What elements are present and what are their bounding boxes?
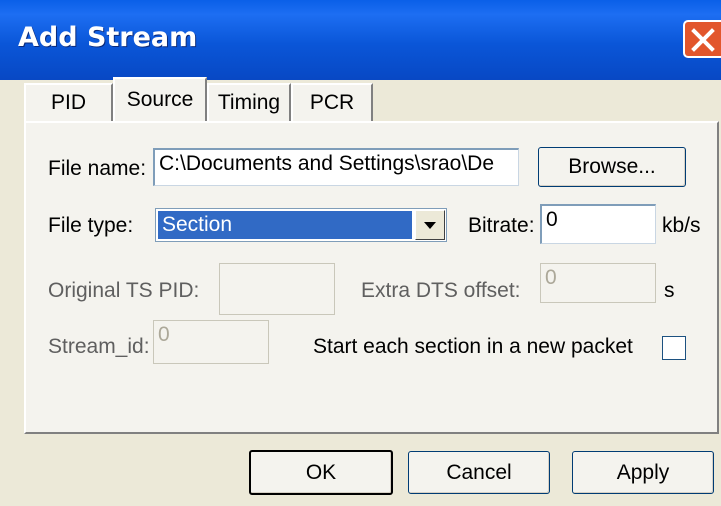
apply-button[interactable]: Apply bbox=[572, 451, 714, 494]
close-button[interactable] bbox=[683, 20, 721, 58]
stream-id-input[interactable]: 0 bbox=[153, 320, 269, 364]
close-icon bbox=[691, 28, 715, 52]
file-name-label: File name: bbox=[48, 157, 147, 180]
stream-id-label: Stream_id: bbox=[48, 335, 150, 358]
dropdown-arrow[interactable] bbox=[415, 210, 445, 240]
browse-button[interactable]: Browse... bbox=[538, 147, 686, 187]
extra-dts-offset-label: Extra DTS offset: bbox=[361, 279, 521, 302]
cancel-button[interactable]: Cancel bbox=[408, 451, 550, 494]
window-title: Add Stream bbox=[18, 22, 198, 53]
file-type-select[interactable]: Section bbox=[155, 208, 447, 242]
tab-pcr[interactable]: PCR bbox=[291, 83, 373, 121]
ok-button[interactable]: OK bbox=[249, 450, 393, 495]
title-bar[interactable]: Add Stream bbox=[0, 0, 721, 80]
extra-dts-offset-unit: s bbox=[664, 279, 675, 302]
file-name-input[interactable]: C:\Documents and Settings\srao\De bbox=[153, 148, 519, 186]
extra-dts-offset-input[interactable]: 0 bbox=[540, 263, 656, 303]
bitrate-unit: kb/s bbox=[662, 214, 701, 237]
new-packet-checkbox[interactable] bbox=[662, 336, 686, 360]
chevron-down-icon bbox=[424, 222, 436, 229]
tab-timing[interactable]: Timing bbox=[207, 83, 291, 121]
add-stream-dialog: Add Stream PID Source Timing PCR File na… bbox=[0, 0, 721, 506]
original-ts-pid-input[interactable] bbox=[219, 263, 335, 315]
new-packet-label: Start each section in a new packet bbox=[313, 335, 633, 358]
bitrate-label: Bitrate: bbox=[468, 214, 535, 237]
tab-source[interactable]: Source bbox=[113, 77, 207, 121]
original-ts-pid-label: Original TS PID: bbox=[48, 279, 200, 302]
file-type-label: File type: bbox=[48, 214, 134, 237]
file-type-selected: Section bbox=[158, 211, 412, 239]
bitrate-input[interactable]: 0 bbox=[540, 204, 656, 244]
tab-pid[interactable]: PID bbox=[24, 83, 113, 121]
